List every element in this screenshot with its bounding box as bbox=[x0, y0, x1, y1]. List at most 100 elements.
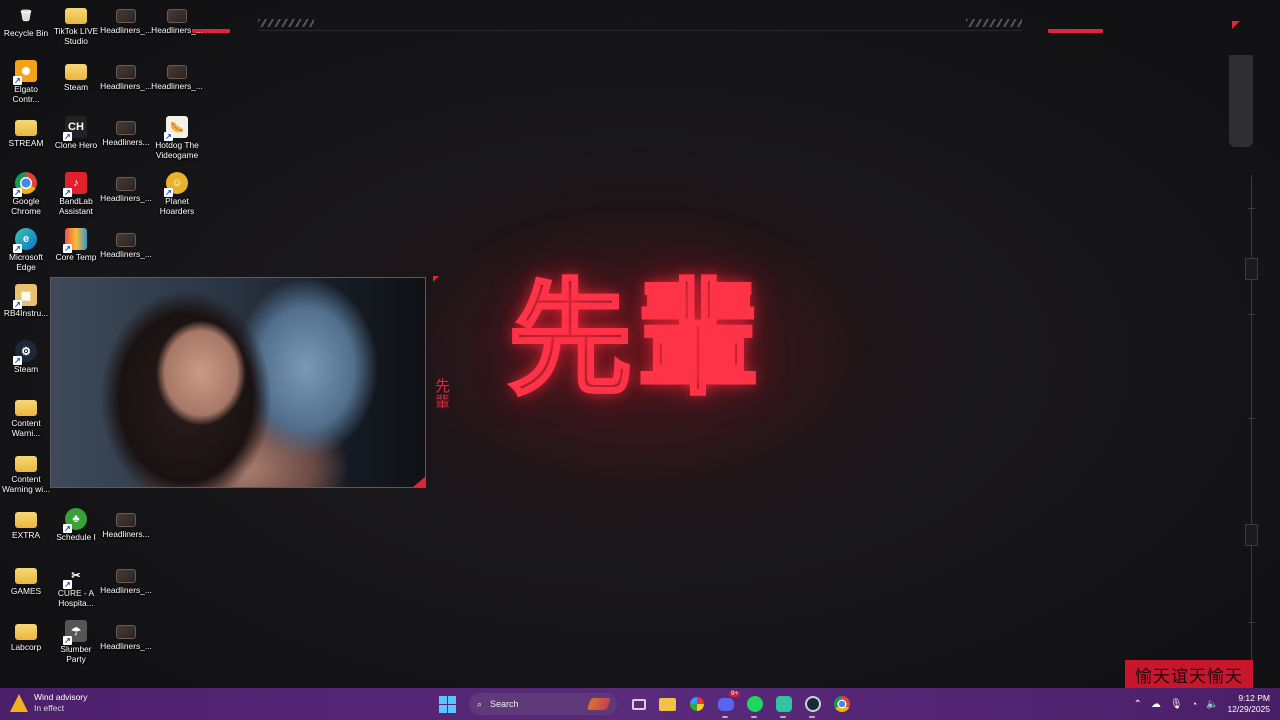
desktop-icon[interactable]: ⚙Steam bbox=[0, 340, 52, 374]
desktop-icon[interactable]: eMicrosoft Edge bbox=[0, 228, 52, 272]
rail-tag bbox=[1245, 258, 1258, 280]
desktop-icon-label: Planet Hoarders bbox=[159, 196, 195, 216]
search-icon: ⌕ bbox=[477, 698, 483, 709]
desktop-icon-label: Clone Hero bbox=[54, 140, 98, 150]
desktop-icon[interactable]: Headliners... bbox=[100, 116, 152, 147]
desktop-icon[interactable]: Steam bbox=[50, 60, 102, 92]
microphone-icon[interactable]: 🎙 bbox=[1170, 699, 1183, 710]
clonehero-icon: CH bbox=[63, 116, 87, 141]
steam-button[interactable] bbox=[801, 693, 824, 718]
chevron-up-icon[interactable]: ⌃ bbox=[1133, 699, 1141, 710]
desktop-icon[interactable]: ☺Planet Hoarders bbox=[151, 172, 203, 216]
desktop-icon[interactable]: Headliners_... bbox=[100, 228, 152, 259]
desktop-icon-label: Labcorp bbox=[10, 642, 42, 652]
desktop-icon[interactable]: Headliners... bbox=[100, 508, 152, 539]
desktop-icon[interactable]: EXTRA bbox=[0, 508, 52, 540]
desktop-icon[interactable]: Headliners_... bbox=[100, 172, 152, 203]
spotify-icon bbox=[746, 696, 763, 712]
steam-icon: ⚙ bbox=[13, 340, 37, 365]
streamlabs-icon bbox=[775, 696, 792, 712]
thumb-icon bbox=[167, 65, 187, 79]
folder-icon bbox=[15, 568, 37, 584]
folder-icon bbox=[65, 8, 87, 24]
desktop-icon-label: TikTok LIVE Studio bbox=[53, 26, 99, 46]
photos-button[interactable] bbox=[685, 693, 708, 716]
desktop-icon-label: Google Chrome bbox=[11, 196, 41, 216]
desktop-icon[interactable]: Headliners_... bbox=[100, 620, 152, 651]
rail-tick bbox=[1248, 418, 1255, 419]
desktop-icon[interactable]: 🗑 Recycle Bin bbox=[0, 4, 52, 39]
weather-widget[interactable]: Wind advisory In effect bbox=[10, 692, 87, 714]
desktop-icon[interactable]: STREAM bbox=[0, 116, 52, 148]
system-tray: ⌃ ☁ 🎙 ◔ 🔈 9:12 PM 12/29/2025 bbox=[1133, 688, 1270, 720]
weather-subtitle: In effect bbox=[34, 703, 65, 713]
desktop-icon-label: Headliners_... bbox=[100, 193, 152, 203]
desktop-icon-label: Headliners_... bbox=[151, 25, 203, 35]
task-view-icon bbox=[631, 698, 646, 710]
desktop-icon-label: Slumber Party bbox=[60, 644, 92, 664]
folder-icon bbox=[15, 400, 37, 416]
desktop-icon[interactable]: Core Temp bbox=[50, 228, 102, 262]
start-button[interactable] bbox=[436, 693, 459, 716]
taskbar-search-box[interactable]: ⌕ Search bbox=[469, 693, 617, 715]
desktop-icon[interactable]: Labcorp bbox=[0, 620, 52, 652]
desktop-icon[interactable]: Headliners_... bbox=[151, 4, 203, 35]
desktop-icon-label: Headliners_... bbox=[100, 81, 152, 91]
wallpaper-neon-title: 先輩 bbox=[506, 268, 765, 412]
desktop-icon[interactable]: Content Warni... bbox=[0, 396, 52, 438]
bandlab-icon: ♪ bbox=[63, 172, 87, 197]
wallpaper-corner-mark bbox=[1232, 21, 1240, 29]
desktop-icon[interactable]: Headliners_... bbox=[100, 564, 152, 595]
desktop-icon-label: STREAM bbox=[8, 138, 44, 148]
discord-button[interactable]: 9+ bbox=[714, 690, 740, 718]
desktop-icon[interactable]: Headliners_... bbox=[100, 60, 152, 91]
streamlabs-button[interactable] bbox=[772, 693, 795, 718]
desktop-icon-label: Headliners_... bbox=[100, 585, 152, 595]
chrome-button[interactable] bbox=[830, 693, 853, 716]
desktop-icon[interactable]: ▦RB4Instru... bbox=[0, 284, 52, 318]
desktop-icon[interactable]: ☂Slumber Party bbox=[50, 620, 102, 664]
desktop-icon[interactable]: Headliners_... bbox=[151, 60, 203, 91]
wallpaper-hatch-left bbox=[258, 19, 314, 27]
task-view-button[interactable] bbox=[627, 693, 650, 716]
file-explorer-button[interactable] bbox=[656, 693, 679, 716]
desktop-icon[interactable]: ✺Elgato Contr... bbox=[0, 60, 52, 104]
desktop-icon-label: RB4Instru... bbox=[3, 308, 49, 318]
folder-icon bbox=[15, 624, 37, 640]
desktop-icon-label: Steam bbox=[63, 82, 89, 92]
onedrive-cloud-icon[interactable]: ☁ bbox=[1151, 699, 1161, 710]
desktop-icon-label: Content Warning wi... bbox=[1, 474, 51, 494]
desktop-icon-label: Content Warni... bbox=[11, 418, 41, 438]
desktop-icon-label: Microsoft Edge bbox=[9, 252, 43, 272]
desktop-icon[interactable]: CHClone Hero bbox=[50, 116, 102, 150]
chrome-icon bbox=[833, 696, 850, 712]
wallpaper-vertical-label: 先輩 bbox=[433, 378, 451, 410]
wifi-icon[interactable]: ◔ bbox=[1192, 699, 1197, 709]
schedule-icon: ♣ bbox=[63, 508, 87, 533]
desktop-icon-label: CURE - A Hospita... bbox=[57, 588, 95, 608]
folder-icon bbox=[65, 64, 87, 80]
desktop-icon[interactable]: ✂CURE - A Hospita... bbox=[50, 564, 102, 609]
clock[interactable]: 9:12 PM 12/29/2025 bbox=[1227, 693, 1270, 715]
spotify-button[interactable] bbox=[743, 693, 766, 718]
desktop-icon[interactable]: ♣Schedule I bbox=[50, 508, 102, 542]
desktop-icon-label: Headliners_... bbox=[100, 25, 152, 35]
desktop-icon[interactable]: Content Warning wi... bbox=[0, 452, 52, 494]
rail-tick bbox=[1248, 208, 1255, 209]
clock-date: 12/29/2025 bbox=[1227, 704, 1270, 714]
rail-tick bbox=[1248, 314, 1255, 315]
warning-icon bbox=[10, 694, 28, 712]
desktop-icon[interactable]: ♪BandLab Assistant bbox=[50, 172, 102, 216]
taskbar: Wind advisory In effect ⌕ Search 9+ ⌃ ☁ … bbox=[0, 688, 1280, 720]
folder-icon bbox=[659, 697, 676, 711]
desktop-icon[interactable]: Headliners_... bbox=[100, 4, 152, 35]
desktop-icon-label: Headliners... bbox=[102, 529, 150, 539]
desktop-icon[interactable]: TikTok LIVE Studio bbox=[50, 4, 102, 46]
desktop-icon-label: Hotdog The Videogame bbox=[155, 140, 199, 160]
thumb-icon bbox=[116, 513, 136, 527]
desktop-icon[interactable]: Google Chrome bbox=[0, 172, 52, 216]
speaker-icon[interactable]: 🔈 bbox=[1206, 699, 1218, 710]
desktop-icon[interactable]: 🌭Hotdog The Videogame bbox=[151, 116, 203, 160]
planet-icon: ☺ bbox=[164, 172, 188, 197]
desktop-icon[interactable]: GAMES bbox=[0, 564, 52, 596]
